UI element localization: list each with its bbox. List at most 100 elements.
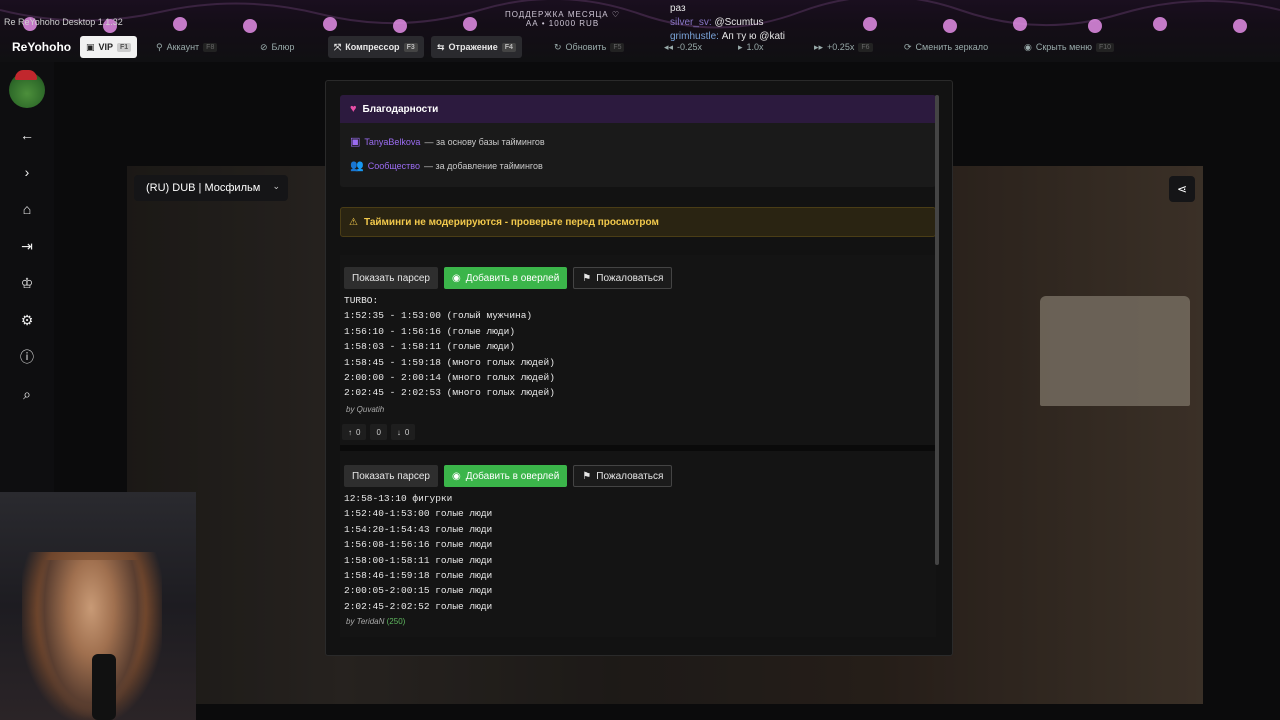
timing-line: 1:58:03 - 1:58:11 (голые люди)	[344, 341, 516, 353]
mirror-label: Отражение	[448, 42, 498, 52]
compress-icon: ⤧	[334, 41, 342, 52]
timing-line: 1:52:35 - 1:53:00 (голый мужчина)	[344, 310, 533, 322]
upvote-button[interactable]: ↑ 0	[342, 424, 367, 440]
compressor-label: Компрессор	[345, 42, 400, 52]
compressor-key: F3	[403, 42, 418, 52]
timing-line: 2:02:45 - 2:02:53 (много голых людей)	[344, 387, 555, 399]
forward-arrow-icon[interactable]: ›	[17, 162, 37, 182]
timing-block: Показать парсер ◉ Добавить в оверлей ⚑ Пож…	[340, 451, 936, 637]
gear-icon[interactable]: ⚙	[17, 310, 37, 330]
account-button[interactable]: ⚲ Аккаунт F8	[150, 36, 223, 58]
compressor-button[interactable]: ⤧ Компрессор F3	[328, 36, 424, 58]
info-icon[interactable]: ⓘ	[17, 347, 37, 367]
timing-line: 1:58:46-1:59:18 голые люди	[344, 570, 493, 582]
timing-actions: Показать парсер ◉ Добавить в оверлей ⚑ Пож…	[344, 465, 673, 487]
fast-forward-icon: ▸▸	[814, 41, 824, 52]
back-arrow-icon[interactable]: ←	[17, 125, 37, 145]
trophy-icon[interactable]: ♔	[17, 273, 37, 293]
webcam-person	[36, 560, 146, 720]
webcam-microphone	[92, 654, 116, 720]
vip-button[interactable]: ▣ VIP F1	[80, 36, 138, 58]
window-title: Re ReYohoho Desktop 1.1.32	[4, 17, 123, 27]
speed-up-label: +0.25x	[827, 42, 855, 52]
author-label: by TeridaN (250)	[346, 617, 405, 626]
timing-text: 12:58-13:10 фигурки 1:52:40-1:53:00 голые…	[344, 491, 492, 614]
donation-title: ПОДДЕРЖКА МЕСЯЦА ♡	[505, 10, 621, 19]
timings-panel: ♥ Благодарности ▣ TanyaBelkova — за осно…	[325, 80, 953, 656]
chat-line: раз	[670, 3, 686, 14]
report-button[interactable]: ⚑ Пожаловаться	[573, 267, 673, 289]
blur-button[interactable]: ⊘ Блюр	[254, 36, 300, 58]
donation-sub: АА • 10000 RUB	[525, 19, 600, 28]
speed-up-button[interactable]: ▸▸ +0.25x F6	[808, 36, 879, 58]
timing-line: 1:54:20-1:54:43 голые люди	[344, 523, 493, 535]
chat-username: silver_sv:	[670, 17, 712, 28]
vip-key: F1	[117, 42, 132, 52]
search-icon[interactable]: ⌕	[17, 384, 37, 404]
warning-banner: ⚠ Тайминги не модерируются - проверьте п…	[340, 207, 936, 237]
speed-reset-label: 1.0x	[746, 42, 764, 52]
timing-block: Показать парсер ◉ Добавить в оверлей ⚑ Пож…	[340, 255, 936, 445]
panel-scrollbar[interactable]	[935, 95, 939, 565]
votes-row: ↑ 0 0 ↓ 0	[342, 424, 416, 440]
speed-down-label: -0.25x	[677, 42, 703, 52]
account-label: Аккаунт	[166, 42, 200, 52]
play-icon: ▸	[738, 41, 743, 52]
timing-line: 1:52:40-1:53:00 голые люди	[344, 508, 493, 520]
home-icon[interactable]: ⌂	[17, 199, 37, 219]
report-button[interactable]: ⚑ Пожаловаться	[573, 465, 673, 487]
hide-menu-button[interactable]: ◉ Скрыть меню F10	[1018, 36, 1120, 58]
timing-line: 2:00:05-2:00:15 голые люди	[344, 585, 493, 597]
flag-icon: ⚑	[582, 272, 592, 284]
timing-line: 12:58-13:10 фигурки	[344, 493, 453, 504]
eye-icon: ◉	[451, 272, 461, 284]
hide-menu-key: F10	[1096, 42, 1115, 52]
sidebar: ← › ⌂ ⇥ ♔ ⚙ ⓘ ⌕	[0, 62, 54, 492]
blur-label: Блюр	[271, 42, 295, 52]
refresh-button[interactable]: ↻ Обновить F5	[548, 36, 630, 58]
speed-down-button[interactable]: ◂◂ -0.25x	[658, 36, 708, 58]
downvote-button[interactable]: ↓ 0	[390, 424, 416, 440]
avatar[interactable]	[9, 70, 45, 108]
timing-actions: Показать парсер ◉ Добавить в оверлей ⚑ Пож…	[344, 267, 673, 289]
thanks-name[interactable]: Сообщество	[368, 161, 420, 171]
flag-icon: ⚑	[582, 470, 592, 482]
brand-logo: ReYohoho	[12, 40, 72, 54]
thanks-title: Благодарности	[362, 103, 439, 115]
switch-mirror-label: Сменить зеркало	[915, 42, 989, 52]
timing-line: 1:56:08-1:56:16 голые люди	[344, 539, 493, 551]
chat-text: @Scumtus	[714, 17, 764, 28]
speed-up-key: F6	[858, 42, 873, 52]
share-button[interactable]: ⋖	[1169, 176, 1195, 202]
arrow-down-icon: ↓	[396, 427, 401, 437]
mirror-icon: ⇆	[437, 41, 445, 52]
timing-line: 1:56:10 - 1:56:16 (голые люди)	[344, 325, 516, 337]
thanks-card: ♥ Благодарности ▣ TanyaBelkova — за осно…	[340, 95, 936, 187]
switch-mirror-button[interactable]: ⟳ Сменить зеркало	[898, 36, 994, 58]
rewind-icon: ◂◂	[664, 41, 674, 52]
timing-line: 2:02:45-2:02:52 голые люди	[344, 600, 493, 612]
show-parser-button[interactable]: Показать парсер	[344, 465, 438, 487]
timing-line: TURBO:	[344, 295, 379, 306]
downvote-count: 0	[404, 427, 410, 437]
add-overlay-button[interactable]: ◉ Добавить в оверлей	[443, 465, 568, 487]
share-icon: ⋖	[1176, 182, 1188, 196]
swap-icon: ⟳	[904, 41, 912, 52]
dub-select-value: (RU) DUB | Мосфильм	[146, 182, 261, 194]
upvote-count: 0	[356, 427, 361, 437]
add-overlay-label: Добавить в оверлей	[465, 470, 560, 482]
dub-select[interactable]: (RU) DUB | Мосфильм ⌄	[134, 175, 288, 201]
key-icon: ⚲	[156, 41, 163, 52]
refresh-key: F5	[610, 42, 625, 52]
timing-text: TURBO: 1:52:35 - 1:53:00 (голый мужчина) 1…	[344, 293, 555, 401]
vip-label: VIP	[98, 42, 114, 52]
login-icon[interactable]: ⇥	[17, 236, 37, 256]
speed-reset-button[interactable]: ▸ 1.0x	[732, 36, 770, 58]
add-overlay-button[interactable]: ◉ Добавить в оверлей	[443, 267, 568, 289]
chevron-down-icon: ⌄	[272, 181, 280, 191]
mirror-button[interactable]: ⇆ Отражение F4	[431, 36, 522, 58]
thanks-name[interactable]: TanyaBelkova	[364, 137, 420, 147]
thanks-text: — за основу базы таймингов	[424, 136, 545, 147]
eye-icon: ◉	[1024, 41, 1032, 52]
show-parser-button[interactable]: Показать парсер	[344, 267, 438, 289]
